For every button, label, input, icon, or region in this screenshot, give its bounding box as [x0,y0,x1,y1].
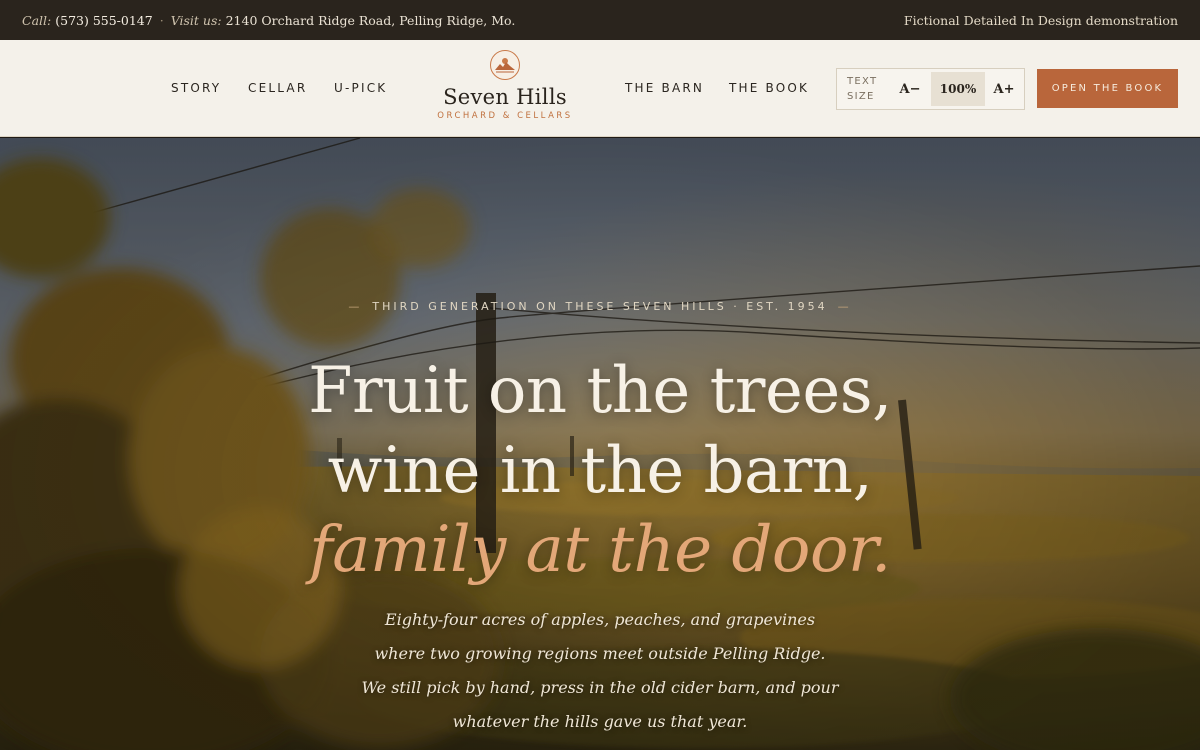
address-link[interactable]: 2140 Orchard Ridge Road, Pelling Ridge, … [226,13,516,28]
site-header: STORY CELLAR U-PICK Seven Hills ORCHARD … [0,40,1200,137]
hero-lede: Eighty-four acres of apples, peaches, an… [361,610,839,731]
logo-name: Seven Hills [443,85,567,109]
demo-note: Fictional Detailed In Design demonstrati… [903,12,1178,28]
separator: · [159,12,164,28]
hero-section: — THIRD GENERATION ON THESE SEVEN HILLS ·… [0,138,1200,750]
text-size-control: TEXT SIZE A− 100% A+ [836,68,1025,110]
nav-item-the-barn[interactable]: THE BARN [625,81,704,95]
nav-item-cellar[interactable]: CELLAR [248,81,307,95]
open-the-book-button[interactable]: OPEN THE BOOK [1037,69,1178,108]
text-size-label: TEXT SIZE [847,76,878,102]
text-size-increase-button[interactable]: A+ [985,72,1023,106]
utility-bar: Call: (573) 555-0147 · Visit us: 2140 Or… [0,0,1200,40]
eyebrow-dash-right: — [837,300,852,313]
hero-headline-line-1: Fruit on the trees, [308,354,892,428]
nav-item-the-book[interactable]: THE BOOK [729,81,809,95]
eyebrow-text: THIRD GENERATION ON THESE SEVEN HILLS · … [372,300,828,313]
hero-eyebrow: — THIRD GENERATION ON THESE SEVEN HILLS ·… [0,300,1200,313]
phone-link[interactable]: (573) 555-0147 [55,13,152,28]
hills-emblem-icon [490,50,520,80]
text-size-decrease-button[interactable]: A− [889,72,931,106]
hero-headline-line-3: family at the door. [309,513,891,587]
logo-subtitle: ORCHARD & CELLARS [437,111,573,121]
nav-item-story[interactable]: STORY [171,81,221,95]
text-size-value: 100% [931,72,985,106]
visit-label: Visit us: [170,12,222,28]
eyebrow-dash-left: — [348,300,363,313]
nav-item-u-pick[interactable]: U-PICK [334,81,387,95]
hero-headline-line-2: wine in the barn, [327,434,873,508]
logo[interactable]: Seven Hills ORCHARD & CELLARS [428,50,582,121]
contact-info: Call: (573) 555-0147 · Visit us: 2140 Or… [22,13,515,28]
call-label: Call: [22,12,52,28]
